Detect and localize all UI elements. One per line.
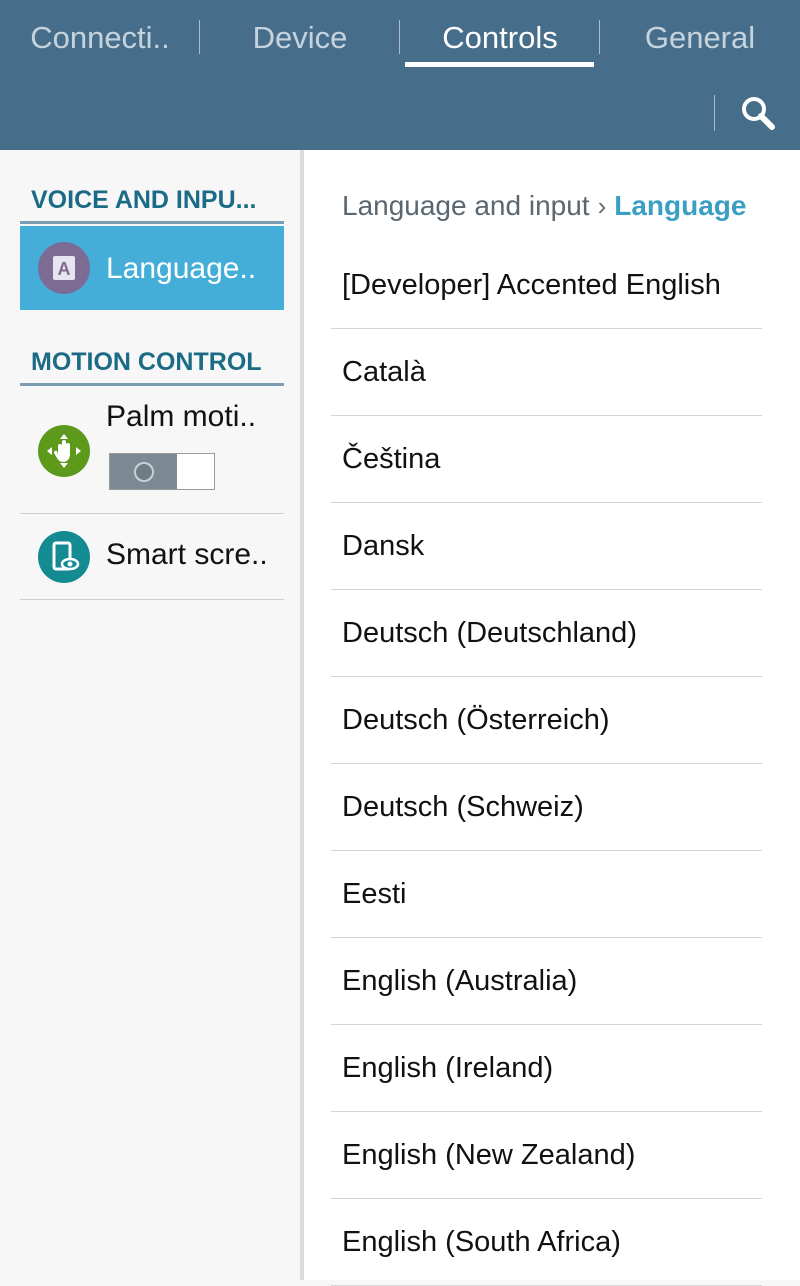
language-label: Deutsch (Schweiz) (342, 790, 584, 823)
detail-pane: Language and input › Language [Developer] … (304, 150, 800, 1286)
language-label: English (Ireland) (342, 1051, 554, 1084)
language-item[interactable]: [Developer] Accented English (331, 242, 762, 329)
language-list: [Developer] Accented English Català Češt… (331, 242, 762, 1286)
language-icon: A (38, 242, 90, 294)
language-label: Eesti (342, 877, 407, 910)
language-item[interactable]: Català (331, 329, 762, 416)
breadcrumb: Language and input › Language (342, 190, 746, 222)
sidebar-item-smart-screen[interactable]: Smart scre.. (20, 514, 284, 599)
search-button[interactable] (734, 88, 784, 138)
language-label: Čeština (342, 442, 441, 475)
language-item[interactable]: Čeština (331, 416, 762, 503)
list-divider (20, 599, 284, 600)
language-label: English (South Africa) (342, 1225, 621, 1258)
search-divider (714, 95, 715, 131)
sidebar-item-language[interactable]: A Language.. (20, 226, 284, 310)
language-item[interactable]: English (Ireland) (331, 1025, 762, 1112)
language-label: English (Australia) (342, 964, 578, 997)
palm-motion-icon (38, 425, 90, 477)
svg-text:A: A (58, 259, 71, 279)
chevron-right-icon: › (597, 191, 607, 221)
language-item[interactable]: Dansk (331, 503, 762, 590)
tab-divider (599, 20, 600, 54)
language-label: [Developer] Accented English (342, 268, 721, 301)
tab-controls[interactable]: Controls (400, 0, 600, 75)
language-item[interactable]: Deutsch (Deutschland) (331, 590, 762, 677)
language-item[interactable]: Eesti (331, 851, 762, 938)
sidebar-item-palm-motion[interactable]: Palm moti.. (20, 386, 284, 513)
category-tabs: Connecti.. Device Controls General (0, 0, 800, 75)
tab-divider (399, 20, 400, 54)
tab-label: Connecti.. (30, 19, 170, 55)
tab-label: General (644, 19, 756, 55)
palm-motion-toggle[interactable] (109, 453, 215, 490)
section-title-voice-input: VOICE AND INPU... (31, 186, 257, 214)
language-item[interactable]: English (New Zealand) (331, 1112, 762, 1199)
sidebar-item-label: Language.. (106, 252, 257, 285)
language-label: Deutsch (Deutschland) (342, 616, 637, 649)
tab-label: Controls (442, 19, 558, 55)
tab-label: Device (252, 19, 348, 55)
language-item[interactable]: English (South Africa) (331, 1199, 762, 1286)
sidebar-item-label: Smart scre.. (106, 538, 268, 571)
language-label: Dansk (342, 529, 425, 562)
breadcrumb-current: Language (614, 190, 747, 221)
language-label: English (New Zealand) (342, 1138, 636, 1171)
smart-screen-icon (38, 531, 90, 583)
top-header: Connecti.. Device Controls General (0, 0, 800, 150)
breadcrumb-parent-link[interactable]: Language and input (342, 190, 590, 221)
language-label: Deutsch (Österreich) (342, 703, 610, 736)
tab-device[interactable]: Device (200, 0, 400, 75)
tab-general[interactable]: General (600, 0, 800, 75)
toggle-knob-icon (134, 462, 154, 482)
section-title-motion-control: MOTION CONTROL (31, 348, 262, 376)
language-item[interactable]: Deutsch (Österreich) (331, 677, 762, 764)
sidebar (0, 150, 300, 1280)
language-label: Català (342, 355, 426, 388)
language-item[interactable]: English (Australia) (331, 938, 762, 1025)
sidebar-item-label: Palm moti.. (106, 400, 257, 433)
tab-connections[interactable]: Connecti.. (0, 0, 200, 75)
tab-divider (199, 20, 200, 54)
language-item[interactable]: Deutsch (Schweiz) (331, 764, 762, 851)
search-icon (742, 97, 775, 130)
section-underline (20, 221, 284, 224)
